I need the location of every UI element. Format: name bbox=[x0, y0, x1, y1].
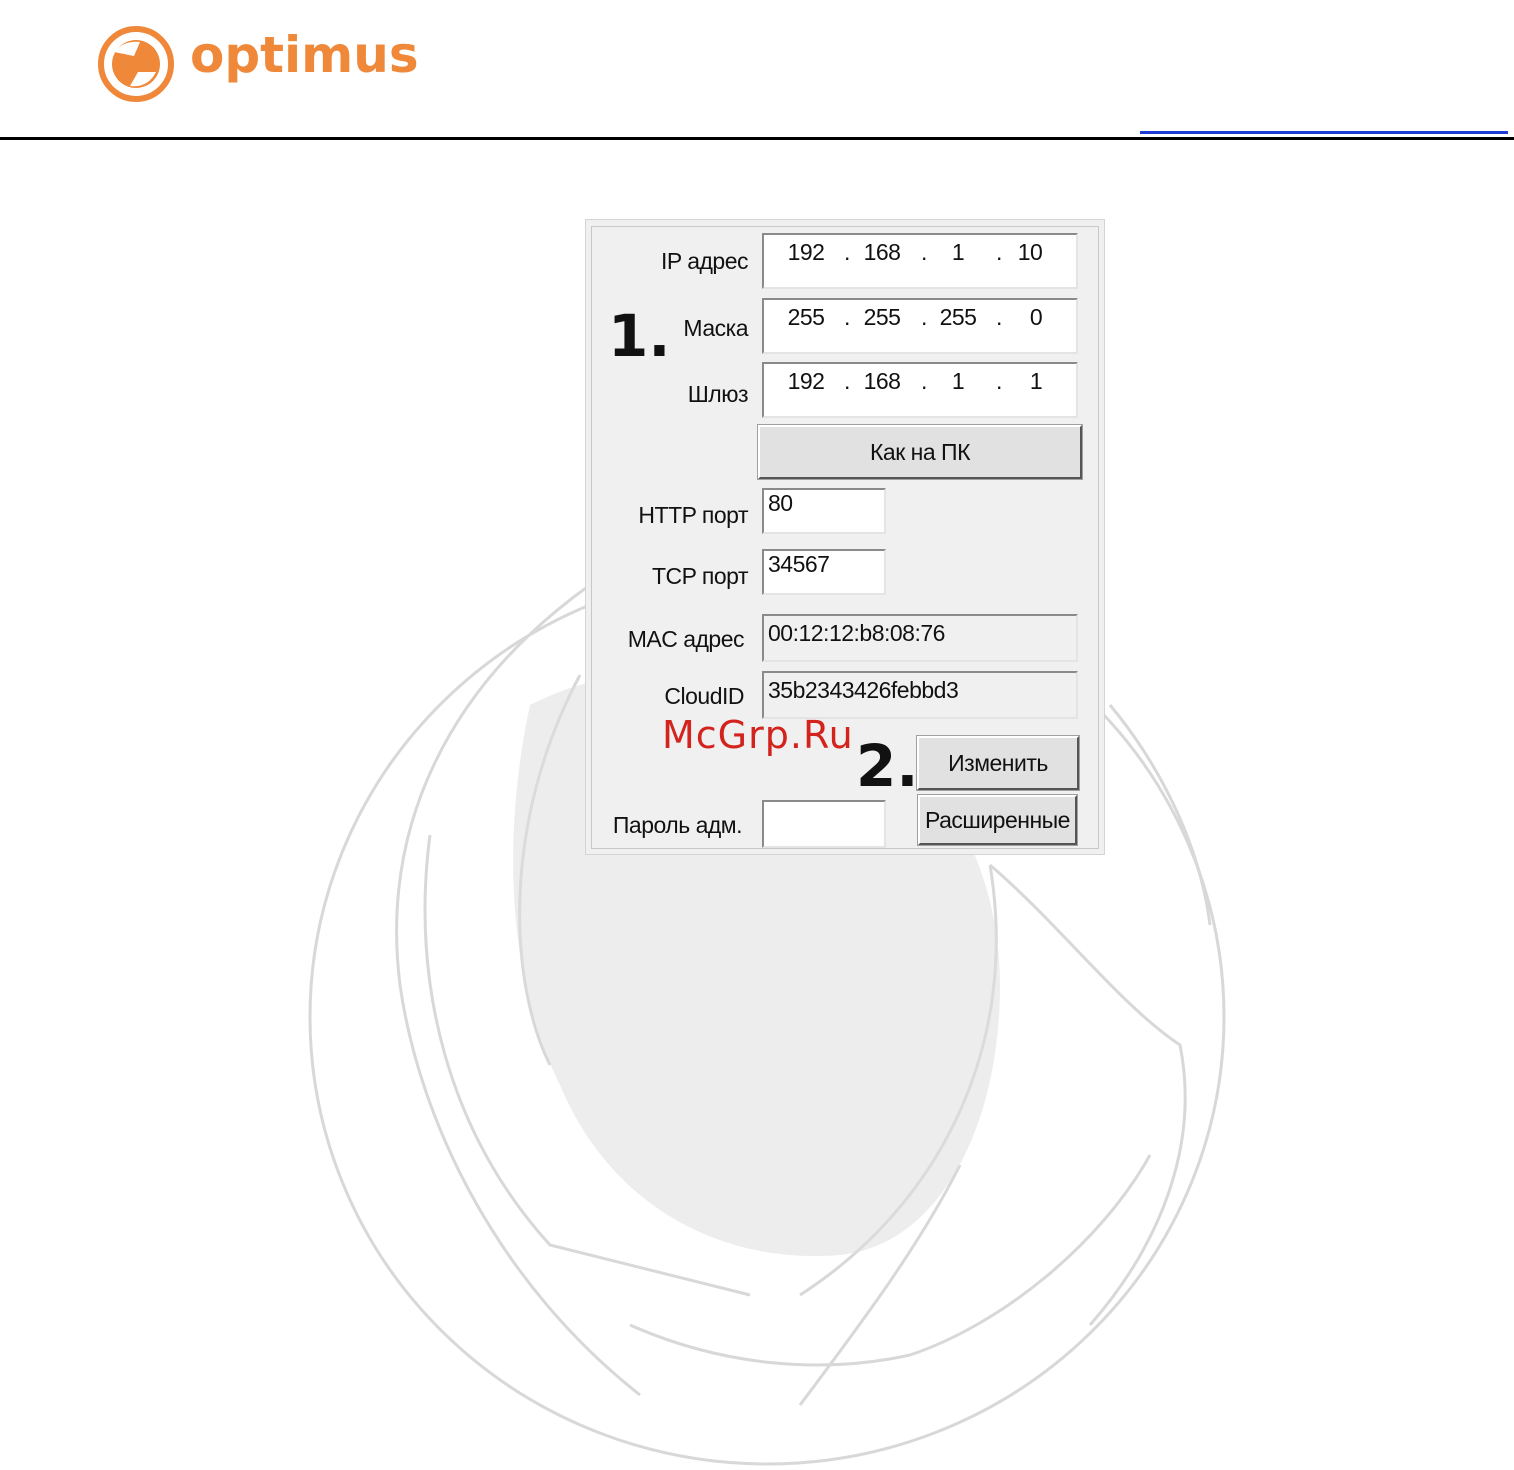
http-port-label: HTTP порт bbox=[638, 502, 748, 528]
gateway-octet-4: 1 bbox=[1029, 368, 1043, 394]
tcp-port-value: 34567 bbox=[768, 551, 830, 577]
mask-dot: . bbox=[921, 304, 927, 330]
header-link-underline[interactable] bbox=[1140, 131, 1508, 134]
tcp-port-input[interactable]: 34567 bbox=[762, 549, 886, 595]
mac-address-value: 00:12:12:b8:08:76 bbox=[768, 620, 945, 646]
subnet-mask-input[interactable]: 255 . 255 . 255 . 0 bbox=[762, 298, 1078, 354]
admin-password-input[interactable] bbox=[762, 800, 886, 848]
mask-dot: . bbox=[996, 304, 1002, 330]
ip-dot: . bbox=[921, 239, 927, 265]
gateway-octet-1: 192 bbox=[787, 368, 825, 394]
http-port-value: 80 bbox=[768, 490, 793, 516]
mask-dot: . bbox=[844, 304, 850, 330]
http-port-input[interactable]: 80 bbox=[762, 488, 886, 534]
ip-octet-1: 192 bbox=[787, 239, 825, 265]
gateway-input[interactable]: 192 . 168 . 1 . 1 bbox=[762, 362, 1078, 418]
change-button[interactable]: Изменить bbox=[916, 735, 1080, 791]
ip-octet-2: 168 bbox=[863, 239, 901, 265]
admin-password-label: Пароль адм. bbox=[612, 812, 743, 838]
ip-address-label: IP адрес bbox=[660, 248, 749, 274]
mask-octet-2: 255 bbox=[863, 304, 901, 330]
mcgrp-watermark: McGrp.Ru bbox=[662, 713, 854, 757]
advanced-button[interactable]: Расширенные bbox=[917, 794, 1078, 846]
mask-octet-1: 255 bbox=[787, 304, 825, 330]
ip-dot: . bbox=[996, 239, 1002, 265]
cloud-id-field: 35b2343426febbd3 bbox=[762, 671, 1078, 719]
header-divider bbox=[0, 137, 1514, 140]
same-as-pc-button[interactable]: Как на ПК bbox=[757, 424, 1083, 480]
step-2-marker: 2. bbox=[856, 732, 919, 800]
tcp-port-label: TCP порт bbox=[651, 563, 749, 589]
gateway-octet-3: 1 bbox=[951, 368, 965, 394]
gateway-dot: . bbox=[921, 368, 927, 394]
cloud-id-label: CloudID bbox=[664, 683, 744, 709]
ip-octet-3: 1 bbox=[951, 239, 965, 265]
mac-address-label: MAC адрес bbox=[627, 626, 745, 652]
brand-name: optimus bbox=[190, 26, 419, 84]
ip-octet-4: 10 bbox=[1017, 239, 1043, 265]
optimus-logo: optimus bbox=[94, 22, 419, 106]
ip-address-input[interactable]: 192 . 168 . 1 . 10 bbox=[762, 233, 1078, 289]
aperture-icon bbox=[98, 26, 174, 102]
mask-label: Маска bbox=[683, 315, 748, 341]
cloud-id-value: 35b2343426febbd3 bbox=[768, 677, 959, 703]
mask-octet-3: 255 bbox=[939, 304, 977, 330]
gateway-dot: . bbox=[996, 368, 1002, 394]
gateway-label: Шлюз bbox=[687, 381, 749, 407]
ip-dot: . bbox=[844, 239, 850, 265]
mask-octet-4: 0 bbox=[1029, 304, 1043, 330]
gateway-octet-2: 168 bbox=[863, 368, 901, 394]
step-1-marker: 1. bbox=[608, 302, 671, 370]
gateway-dot: . bbox=[844, 368, 850, 394]
mac-address-field: 00:12:12:b8:08:76 bbox=[762, 614, 1078, 662]
